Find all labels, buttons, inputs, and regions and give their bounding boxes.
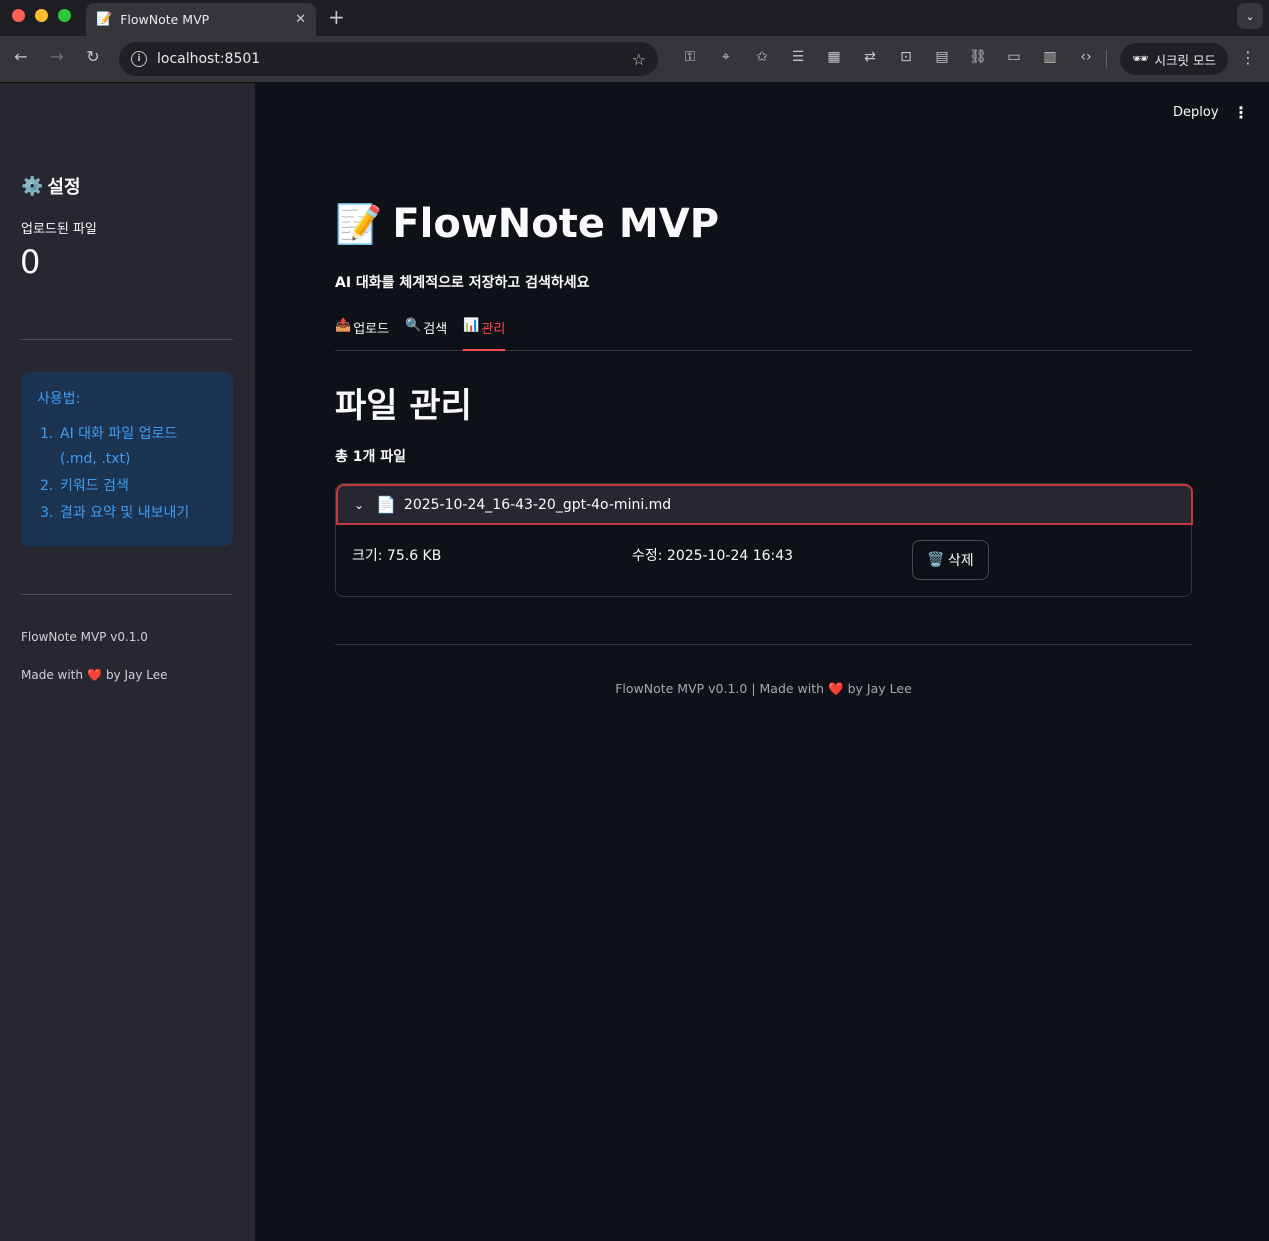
sidebar-divider (21, 339, 233, 340)
file-name: 2025-10-24_16-43-20_gpt-4o-mini.md (403, 496, 672, 513)
chevron-down-icon: ⌄ (354, 497, 365, 512)
tab-label: 관리 (481, 322, 506, 337)
usage-item-number: 2. (40, 478, 54, 494)
reload-icon[interactable]: ↻ (81, 47, 105, 66)
url-text[interactable]: localhost:8501 (157, 51, 632, 67)
gear-icon: ⚙️ (21, 175, 44, 197)
browser-tab[interactable]: 📝 FlowNote MVP ✕ (86, 3, 316, 36)
file-expander-body: 크기: 75.6 KB 수정: 2025-10-24 16:43 🗑️ 삭제 (336, 525, 1193, 597)
file-expander-header[interactable]: ⌄ 📄 2025-10-24_16-43-20_gpt-4o-mini.md (336, 484, 1193, 525)
back-arrow-icon[interactable]: ← (9, 47, 33, 66)
toolbar-divider (1106, 50, 1107, 68)
usage-item-text: 결과 요약 및 내보내기 (60, 505, 190, 521)
tab-search[interactable]: 🔍 검색 (405, 318, 447, 351)
main-divider (335, 644, 1192, 645)
heart-icon: ❤️ (86, 668, 102, 682)
delete-button[interactable]: 🗑️ 삭제 (912, 540, 989, 580)
heart-icon: ❤️ (828, 681, 844, 696)
usage-list: 1. AI 대화 파일 업로드 (.md, .txt) 2. 키워드 검색 3.… (37, 422, 217, 526)
link-icon[interactable]: ⛓ (960, 49, 996, 65)
sidebar-divider (21, 594, 233, 595)
main-content: Deploy ⋮ 📝 FlowNote MVP AI 대화를 체계적으로 저장하… (255, 83, 1269, 1241)
maximize-window-button[interactable] (58, 9, 71, 22)
tab-label: 업로드 (353, 322, 390, 337)
address-bar[interactable]: i localhost:8501 ☆ (119, 42, 658, 76)
document-icon: 📄 (376, 495, 396, 514)
bar-chart-icon: 📊 (463, 318, 480, 333)
footer-author: by Jay Lee (847, 681, 912, 696)
close-window-button[interactable] (12, 9, 25, 22)
forward-arrow-icon[interactable]: → (45, 47, 69, 66)
usage-item-number: 3. (40, 505, 54, 521)
tab-manage[interactable]: 📊 관리 (463, 318, 506, 351)
memo-icon: 📝 (96, 12, 113, 27)
main-menu-icon[interactable]: ⋮ (1233, 103, 1249, 122)
qr-code-icon[interactable]: ▦ (816, 49, 852, 65)
bookmark-star-icon[interactable]: ☆ (632, 50, 646, 69)
sidebar-title: ⚙️ 설정 (21, 173, 81, 199)
code-icon[interactable]: ‹› (1068, 49, 1104, 65)
chevron-down-icon[interactable]: ⌄ (1237, 3, 1263, 29)
sidebar: ⚙️ 설정 업로드된 파일 0 사용법: 1. AI 대화 파일 업로드 (.m… (0, 83, 255, 1241)
uploaded-files-label: 업로드된 파일 (21, 222, 97, 237)
new-tab-button[interactable]: + (328, 5, 345, 29)
usage-item: 2. 키워드 검색 (37, 474, 217, 499)
tab-label: 검색 (423, 322, 448, 337)
usage-item: 1. AI 대화 파일 업로드 (.md, .txt) (37, 422, 217, 472)
usage-info-box: 사용법: 1. AI 대화 파일 업로드 (.md, .txt) 2. 키워드 … (21, 372, 233, 546)
reading-list-icon[interactable]: ☰ (780, 49, 816, 65)
cast-icon[interactable]: ▭ (996, 49, 1032, 65)
sidebar-title-text: 설정 (47, 177, 81, 198)
incognito-badge[interactable]: 🕶 시크릿 모드 (1120, 43, 1228, 75)
usage-item-text: 키워드 검색 (60, 478, 129, 494)
browser-tab-bar: 📝 FlowNote MVP ✕ + ⌄ (0, 0, 1269, 36)
memo-icon: 📝 (335, 201, 383, 246)
close-icon[interactable]: ✕ (295, 12, 306, 27)
incognito-icon: 🕶 (1132, 51, 1149, 67)
page-title-text: FlowNote MVP (392, 201, 720, 247)
file-size: 크기: 75.6 KB (352, 548, 442, 564)
tab-list: 📤 업로드 🔍 검색 📊 관리 (335, 318, 1192, 351)
outbox-tray-icon: 📤 (335, 318, 352, 333)
page-subtitle: AI 대화를 체계적으로 저장하고 검색하세요 (335, 275, 590, 291)
author-text: by Jay Lee (105, 668, 168, 682)
footer-text: FlowNote MVP v0.1.0 | Made with (615, 681, 825, 696)
location-pin-icon[interactable]: ⌖ (708, 49, 744, 65)
delete-label: 삭제 (947, 553, 974, 569)
magnifier-icon: 🔍 (405, 318, 422, 333)
usage-item-text: AI 대화 파일 업로드 (.md, .txt) (60, 426, 178, 467)
file-count: 총 1개 파일 (335, 449, 407, 465)
info-icon[interactable]: i (131, 51, 147, 67)
uploaded-files-value: 0 (20, 243, 41, 281)
extensions-row: ⚿ ⌖ ✩ ☰ ▦ ⇄ ⊡ ▤ ⛓ ▭ ▥ ‹› (672, 49, 1104, 65)
incognito-label: 시크릿 모드 (1154, 52, 1216, 68)
trash-icon: 🗑️ (927, 552, 945, 568)
usage-item: 3. 결과 요약 및 내보내기 (37, 501, 217, 526)
usage-title: 사용법: (37, 391, 81, 407)
favorites-icon[interactable]: ✩ (744, 49, 780, 65)
usage-item-number: 1. (40, 426, 54, 442)
file-expander: ⌄ 📄 2025-10-24_16-43-20_gpt-4o-mini.md 크… (335, 483, 1193, 597)
deploy-button[interactable]: Deploy (1173, 105, 1219, 120)
side-panel-icon[interactable]: ▥ (1032, 49, 1068, 65)
tab-upload[interactable]: 📤 업로드 (335, 318, 389, 351)
minimize-window-button[interactable] (35, 9, 48, 22)
main-footer: FlowNote MVP v0.1.0 | Made with ❤️ by Ja… (335, 681, 1192, 697)
translate-icon[interactable]: ⇄ (852, 49, 888, 65)
password-key-icon[interactable]: ⚿ (672, 49, 708, 65)
page-title: 📝 FlowNote MVP (335, 201, 719, 247)
section-title: 파일 관리 (335, 386, 472, 426)
sidebar-version: FlowNote MVP v0.1.0 (21, 630, 148, 644)
browser-menu-icon[interactable]: ⋮ (1240, 48, 1256, 67)
tab-title: FlowNote MVP (120, 12, 210, 27)
made-with-text: Made with (21, 668, 83, 682)
lens-icon[interactable]: ⊡ (888, 49, 924, 65)
sidebar-credit: Made with ❤️ by Jay Lee (21, 668, 168, 682)
file-modified: 수정: 2025-10-24 16:43 (632, 548, 794, 564)
browser-toolbar: ← → ↻ i localhost:8501 ☆ ⚿ ⌖ ✩ ☰ ▦ ⇄ ⊡ ▤… (0, 36, 1269, 83)
reader-mode-icon[interactable]: ▤ (924, 49, 960, 65)
